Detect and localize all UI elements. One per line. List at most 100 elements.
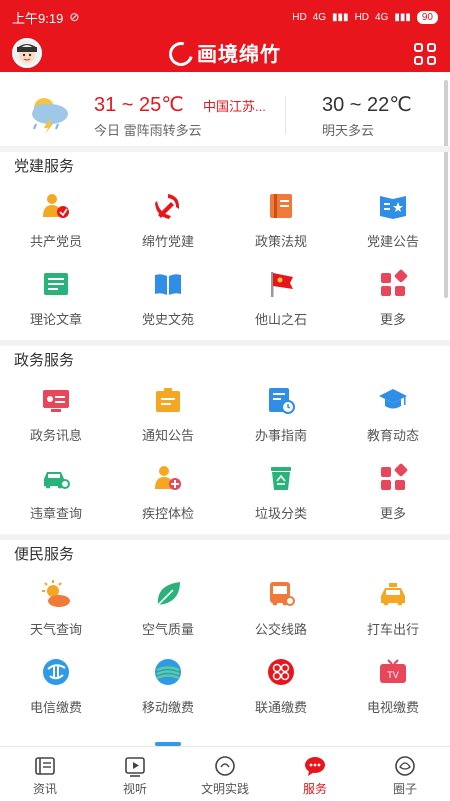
service-label: 通知公告	[141, 428, 194, 443]
service-gov-news[interactable]: 政务讯息	[0, 385, 112, 449]
service-label: 更多	[379, 506, 406, 521]
party-notice-icon	[380, 196, 406, 219]
tab-label: 资讯	[32, 782, 57, 796]
tab-practice[interactable]: 文明实践	[180, 747, 270, 801]
service-more-party[interactable]: 更多	[337, 269, 449, 333]
service-label: 党史文苑	[141, 312, 194, 327]
logo-swirl-icon	[164, 37, 198, 71]
signal-icon-1: ▮▮▮	[332, 11, 349, 23]
party-member-icon	[43, 194, 69, 218]
service-medical[interactable]: 疾控体检	[112, 463, 224, 527]
service-label: 政务讯息	[29, 428, 82, 443]
weather-location: 中国江苏...	[203, 99, 266, 114]
battery-indicator: 90	[416, 10, 438, 24]
service-chat-icon	[305, 757, 325, 776]
service-label: 电信缴费	[29, 700, 82, 715]
more-grid-icon	[381, 269, 408, 296]
service-party-notice[interactable]: 党建公告	[337, 191, 449, 255]
today-temperature: 31 ~ 25℃	[94, 94, 184, 116]
app-header: 画境绵竹	[0, 34, 450, 72]
service-label: 教育动态	[366, 428, 419, 443]
weather-card[interactable]: 31 ~ 25℃ 中国江苏... 今日 雷阵雨转多云 30 ~ 22℃ 明天多云	[0, 84, 450, 146]
weather-divider	[285, 96, 286, 134]
party-flag-icon	[271, 272, 293, 297]
grid-cell-icon	[414, 56, 423, 65]
service-weather[interactable]: 天气查询	[0, 579, 112, 643]
service-label: 电视缴费	[366, 700, 419, 715]
service-label: 空气质量	[141, 622, 194, 637]
notice-board-icon	[156, 388, 180, 412]
service-guide[interactable]: 办事指南	[225, 385, 337, 449]
tab-video[interactable]: 视听	[90, 747, 180, 801]
section-title-gov: 政务服务	[14, 352, 75, 369]
recycle-bin-icon	[271, 467, 291, 490]
service-label: 党建公告	[366, 234, 419, 249]
status-time: 上午9:19	[12, 10, 64, 26]
service-taxi[interactable]: 打车出行	[337, 579, 449, 643]
service-mianzhu-party[interactable]: 绵竹党建	[112, 191, 224, 255]
service-label: 理论文章	[29, 312, 82, 327]
service-tv-pay[interactable]: TV 电视缴费	[337, 657, 449, 721]
bus-icon	[270, 582, 295, 606]
service-garbage[interactable]: 垃圾分类	[225, 463, 337, 527]
alarm-off-icon: ⊘	[69, 10, 80, 24]
leaf-icon	[157, 582, 180, 606]
taxi-icon	[381, 583, 405, 606]
service-label: 公交线路	[254, 622, 307, 637]
service-air-quality[interactable]: 空气质量	[112, 579, 224, 643]
theory-article-icon	[44, 273, 68, 295]
law-book-icon	[270, 194, 292, 218]
service-telecom-pay[interactable]: 电信缴费	[0, 657, 112, 721]
service-education[interactable]: 教育动态	[337, 385, 449, 449]
service-theory-article[interactable]: 理论文章	[0, 269, 112, 333]
tomorrow-temperature: 30 ~ 22℃	[322, 94, 412, 116]
service-label: 垃圾分类	[254, 506, 307, 521]
section-divider	[0, 534, 450, 540]
party-emblem-icon	[155, 194, 180, 219]
network-label-1: 4G	[312, 11, 327, 23]
today-weather-desc: 今日 雷阵雨转多云	[94, 123, 202, 138]
app-title: 画境绵竹	[197, 44, 281, 66]
service-label: 绵竹党建	[141, 234, 194, 249]
service-mobile-pay[interactable]: 移动缴费	[112, 657, 224, 721]
service-bus[interactable]: 公交线路	[225, 579, 337, 643]
service-more-gov[interactable]: 更多	[337, 463, 449, 527]
service-label: 移动缴费	[141, 700, 194, 715]
mobile-logo-icon	[155, 659, 181, 685]
service-violation[interactable]: 违章查询	[0, 463, 112, 527]
app-logo: 画境绵竹	[0, 37, 450, 71]
guide-clock-icon	[269, 388, 295, 414]
tv-icon: TV	[380, 659, 406, 683]
service-label: 他山之石	[254, 312, 307, 327]
service-label: 打车出行	[366, 622, 419, 637]
more-grid-icon	[381, 463, 408, 490]
tab-news[interactable]: 资讯	[0, 747, 90, 801]
service-label: 政策法规	[254, 234, 307, 249]
status-indicators: HD 4G ▮▮▮ HD 4G ▮▮▮ 90	[292, 10, 438, 24]
grid-menu-button[interactable]	[414, 43, 436, 65]
car-search-icon	[44, 472, 70, 489]
tab-service[interactable]: 服务	[270, 747, 360, 801]
open-book-icon	[155, 274, 181, 295]
status-bar: 上午9:19 ⊘ HD 4G ▮▮▮ HD 4G ▮▮▮ 90	[0, 0, 450, 34]
hd-badge-1: HD	[292, 11, 307, 23]
service-policy-law[interactable]: 政策法规	[225, 191, 337, 255]
medical-check-icon	[155, 466, 181, 490]
bottom-tab-bar: 资讯 视听 文明实践 服务 圈子	[0, 746, 450, 800]
sun-cloud-icon	[42, 580, 70, 607]
unicom-logo-icon	[268, 659, 294, 685]
service-unicom-pay[interactable]: 联通缴费	[225, 657, 337, 721]
section-title-party: 党建服务	[14, 158, 75, 175]
tab-circle[interactable]: 圈子	[360, 747, 450, 801]
service-notice[interactable]: 通知公告	[112, 385, 224, 449]
service-party-member[interactable]: 共产党员	[0, 191, 112, 255]
service-label: 共产党员	[29, 234, 82, 249]
network-label-2: 4G	[375, 11, 389, 23]
tomorrow-weather-desc: 明天多云	[322, 123, 375, 138]
service-other-stones[interactable]: 他山之石	[225, 269, 337, 333]
scrollbar[interactable]	[444, 80, 448, 298]
service-label: 天气查询	[29, 622, 82, 637]
signal-icon-2: ▮▮▮	[394, 11, 411, 23]
service-label: 联通缴费	[254, 700, 307, 715]
service-party-history[interactable]: 党史文苑	[112, 269, 224, 333]
